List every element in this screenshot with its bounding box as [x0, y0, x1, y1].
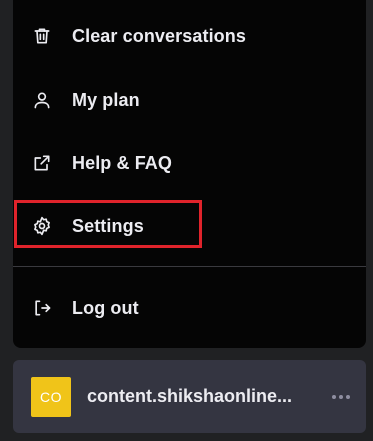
account-dropdown-menu: Clear conversations My plan Help & FAQ S…: [13, 0, 366, 348]
gear-icon: [31, 215, 53, 237]
menu-item-label: My plan: [72, 89, 140, 110]
account-name: content.shikshaonline...: [87, 386, 293, 406]
more-options-icon[interactable]: [329, 385, 353, 409]
user-icon: [31, 89, 53, 111]
menu-item-my-plan[interactable]: My plan: [13, 72, 366, 128]
menu-item-help-faq[interactable]: Help & FAQ: [13, 135, 366, 191]
logout-icon: [31, 297, 53, 319]
menu-item-label: Settings: [72, 215, 144, 236]
account-button[interactable]: CO content.shikshaonline...: [13, 360, 366, 433]
trash-icon: [31, 25, 53, 47]
menu-item-label: Help & FAQ: [72, 152, 173, 173]
menu-item-label: Log out: [72, 297, 139, 318]
avatar: CO: [31, 376, 71, 417]
external-link-icon: [31, 152, 53, 174]
account-menu-screen: Clear conversations My plan Help & FAQ S…: [0, 0, 373, 441]
menu-item-settings[interactable]: Settings: [13, 198, 366, 254]
menu-item-label: Clear conversations: [72, 25, 246, 46]
menu-item-log-out[interactable]: Log out: [13, 280, 366, 336]
menu-item-clear-conversations[interactable]: Clear conversations: [13, 8, 366, 64]
menu-divider: [13, 266, 366, 267]
